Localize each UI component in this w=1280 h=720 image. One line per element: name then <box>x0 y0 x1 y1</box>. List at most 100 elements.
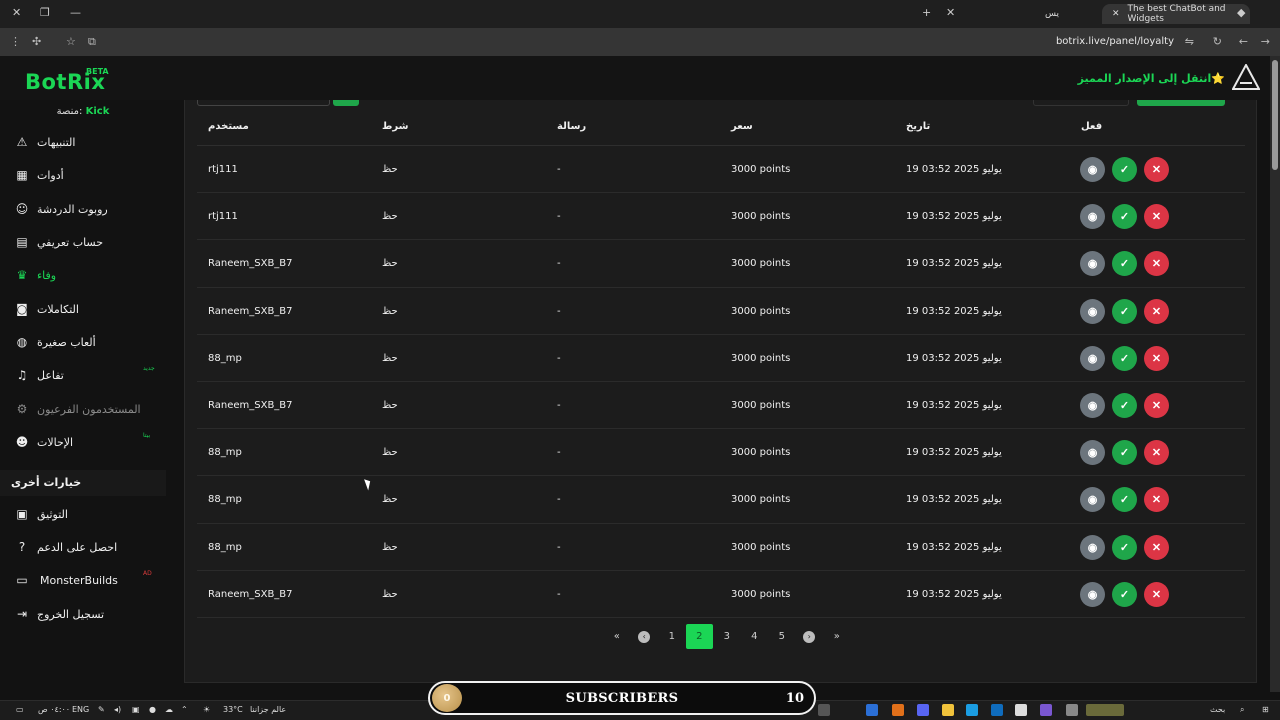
view-button[interactable]: ◉ <box>1080 251 1105 277</box>
widget-thumbnail[interactable] <box>1086 704 1124 716</box>
minimize-window-icon[interactable]: — <box>70 6 81 19</box>
browser-tab-active[interactable]: ✕ The best ChatBot and Widgets <box>1102 4 1250 24</box>
page-3-button[interactable]: 3 <box>713 624 741 649</box>
taskbar-app-icon[interactable] <box>818 704 830 716</box>
taskbar-language[interactable]: ENG <box>72 705 89 714</box>
pen-icon[interactable]: ✎ <box>98 705 105 714</box>
cloud-icon[interactable]: ☁ <box>165 705 173 714</box>
approve-button[interactable]: ✓ <box>1112 487 1137 513</box>
sidebar-item-support[interactable]: ? احصل على الدعم <box>0 533 166 561</box>
screen-share-icon[interactable]: ⧉ <box>88 35 96 49</box>
weather-label[interactable]: عالم جزاننا <box>250 705 286 714</box>
reject-button[interactable]: ✕ <box>1144 534 1169 560</box>
chrome-taskbar-icon[interactable] <box>866 704 878 716</box>
sidebar-item-minigames[interactable]: ◍ ألعاب صغيرة <box>0 328 166 356</box>
page-1-button[interactable]: 1 <box>658 624 686 649</box>
search-input-edge[interactable] <box>197 100 330 106</box>
page-2-button[interactable]: 2 <box>685 624 713 649</box>
view-button[interactable]: ◉ <box>1080 534 1105 560</box>
reject-button[interactable]: ✕ <box>1144 487 1169 513</box>
tray-chevron-icon[interactable]: ⌃ <box>181 705 188 714</box>
filter-select-edge[interactable] <box>1033 100 1129 106</box>
notifications-icon[interactable]: ▭ <box>16 705 24 714</box>
sidebar-item-profile[interactable]: ▤ حساب تعريفي <box>0 228 166 256</box>
sidebar-item-subusers[interactable]: ⚙ المستخدمون الفرعيون <box>0 395 166 423</box>
last-page-button[interactable]: » <box>823 624 851 649</box>
view-button[interactable]: ◉ <box>1080 157 1105 182</box>
reject-button[interactable]: ✕ <box>1144 581 1169 607</box>
close-window-icon[interactable]: ✕ <box>12 6 21 19</box>
menu-dots-icon[interactable]: ⋮ <box>10 35 21 48</box>
taskbar-clock[interactable]: ٠٤:٠٠ ص <box>38 705 70 714</box>
first-page-button[interactable]: « <box>603 624 631 649</box>
view-button[interactable]: ◉ <box>1080 487 1105 513</box>
sidebar-item-alerts[interactable]: ⚠ التنبيهات <box>0 128 166 156</box>
approve-button[interactable]: ✓ <box>1112 534 1137 560</box>
reject-button[interactable]: ✕ <box>1144 204 1169 230</box>
bookmark-star-icon[interactable]: ☆ <box>66 35 76 48</box>
site-settings-icon[interactable]: ⇋ <box>1185 35 1194 48</box>
approve-button[interactable]: ✓ <box>1112 581 1137 607</box>
close-active-tab-icon[interactable]: ✕ <box>1112 9 1120 19</box>
sidebar-item-widgets[interactable]: ▦ أدوات <box>0 161 166 189</box>
sidebar-item-integrations[interactable]: ◙ التكاملات <box>0 295 166 323</box>
new-tab-icon[interactable]: + <box>922 6 931 19</box>
prev-page-button[interactable]: ‹ <box>631 624 659 649</box>
approve-button[interactable]: ✓ <box>1112 345 1137 371</box>
back-icon[interactable]: → <box>1261 35 1270 48</box>
approve-button[interactable]: ✓ <box>1112 298 1137 324</box>
sidebar-item-chatbot[interactable]: ☺ روبوت الدردشة <box>0 195 166 223</box>
reject-button[interactable]: ✕ <box>1144 157 1169 182</box>
view-button[interactable]: ◉ <box>1080 204 1105 230</box>
page-5-button[interactable]: 5 <box>768 624 796 649</box>
outlook-taskbar-icon[interactable] <box>991 704 1003 716</box>
view-button[interactable]: ◉ <box>1080 298 1105 324</box>
reject-button[interactable]: ✕ <box>1144 298 1169 324</box>
premium-link[interactable]: انتقل إلى الإصدار المميز⭐ <box>1078 72 1225 85</box>
approve-button[interactable]: ✓ <box>1112 440 1137 466</box>
reject-button[interactable]: ✕ <box>1144 392 1169 418</box>
weather-temp[interactable]: 33°C <box>223 705 243 714</box>
app-taskbar-icon[interactable] <box>1040 704 1052 716</box>
search-button-edge[interactable] <box>333 100 359 106</box>
restore-window-icon[interactable]: ❐ <box>40 6 50 19</box>
approve-button[interactable]: ✓ <box>1112 204 1137 230</box>
view-button[interactable]: ◉ <box>1080 440 1105 466</box>
next-page-button[interactable]: › <box>796 624 824 649</box>
reject-button[interactable]: ✕ <box>1144 251 1169 277</box>
sidebar-item-interaction[interactable]: ♫ تفاعل جديد <box>0 361 166 389</box>
approve-button[interactable]: ✓ <box>1112 392 1137 418</box>
sidebar-item-monsterbuilds[interactable]: ▭ MonsterBuilds AD <box>0 566 166 594</box>
action-button-edge[interactable] <box>1137 100 1225 106</box>
reject-button[interactable]: ✕ <box>1144 345 1169 371</box>
explorer-taskbar-icon[interactable] <box>942 704 954 716</box>
sidebar-item-logout[interactable]: ⇥ تسجيل الخروج <box>0 600 166 628</box>
approve-button[interactable]: ✓ <box>1112 251 1137 277</box>
sidebar-item-referrals[interactable]: ☻ الإحالات بيتا <box>0 428 166 456</box>
store-taskbar-icon[interactable] <box>1015 704 1027 716</box>
discord-taskbar-icon[interactable] <box>917 704 929 716</box>
office-taskbar-icon[interactable] <box>892 704 904 716</box>
url-field[interactable]: botrix.live/panel/loyalty <box>1056 36 1174 47</box>
sidebar-item-docs[interactable]: ▣ التوثيق <box>0 500 166 528</box>
windows-start-icon[interactable]: ⊞ <box>1262 705 1269 714</box>
reject-button[interactable]: ✕ <box>1144 440 1169 466</box>
page-scrollbar-thumb[interactable] <box>1272 60 1278 170</box>
microphone-icon[interactable]: ● <box>149 705 156 714</box>
page-4-button[interactable]: 4 <box>741 624 769 649</box>
volume-icon[interactable]: ◂) <box>114 705 121 714</box>
taskbar-search[interactable]: بحث <box>1210 705 1225 714</box>
close-tab-icon[interactable]: ✕ <box>946 6 955 19</box>
sidebar-item-loyalty[interactable]: ♛ وفاء <box>0 261 166 289</box>
extensions-icon[interactable]: ✣ <box>32 35 41 48</box>
edge-taskbar-icon[interactable] <box>966 704 978 716</box>
view-button[interactable]: ◉ <box>1080 392 1105 418</box>
approve-button[interactable]: ✓ <box>1112 157 1137 182</box>
task-view-icon[interactable] <box>1066 704 1078 716</box>
view-button[interactable]: ◉ <box>1080 345 1105 371</box>
reload-icon[interactable]: ↻ <box>1213 35 1222 48</box>
search-icon[interactable]: ⌕ <box>1240 705 1244 715</box>
network-icon[interactable]: ▣ <box>132 705 140 714</box>
forward-icon[interactable]: ← <box>1239 35 1248 48</box>
view-button[interactable]: ◉ <box>1080 581 1105 607</box>
